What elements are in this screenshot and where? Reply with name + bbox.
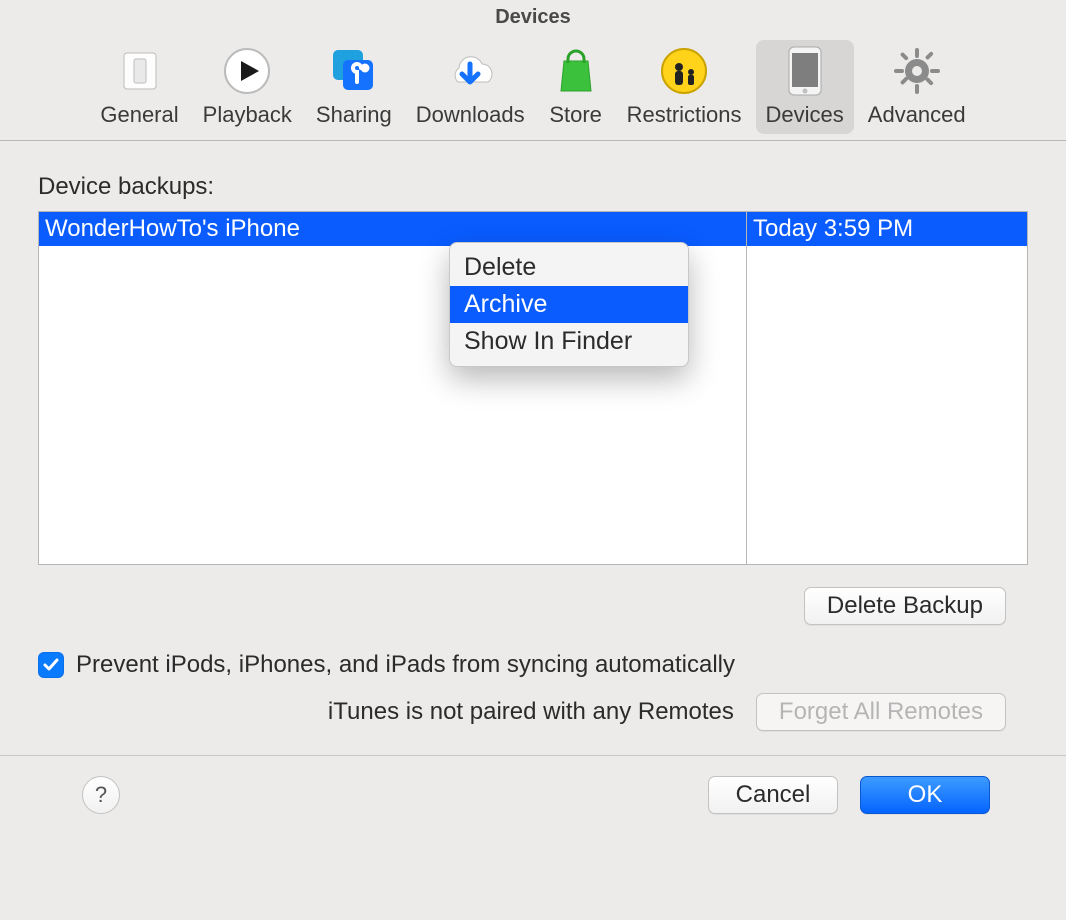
prevent-sync-checkbox[interactable] <box>38 652 64 678</box>
tab-label: Devices <box>766 102 844 128</box>
tab-advanced[interactable]: Advanced <box>858 40 976 134</box>
tab-label: Downloads <box>416 102 525 128</box>
ok-button[interactable]: OK <box>860 776 990 814</box>
playback-icon <box>220 44 274 98</box>
downloads-icon <box>443 44 497 98</box>
backup-row-date[interactable]: Today 3:59 PM <box>747 212 1027 246</box>
general-icon <box>113 44 167 98</box>
tab-label: General <box>100 102 178 128</box>
store-icon <box>549 44 603 98</box>
restrictions-icon <box>657 44 711 98</box>
tab-general[interactable]: General <box>90 40 188 134</box>
backup-context-menu: Delete Archive Show In Finder <box>449 242 689 367</box>
help-button[interactable]: ? <box>82 776 120 814</box>
tab-devices[interactable]: Devices <box>756 40 854 134</box>
tab-downloads[interactable]: Downloads <box>406 40 535 134</box>
tab-label: Playback <box>203 102 292 128</box>
tab-playback[interactable]: Playback <box>193 40 302 134</box>
tab-label: Sharing <box>316 102 392 128</box>
remotes-status: iTunes is not paired with any Remotes <box>328 698 734 726</box>
cancel-button[interactable]: Cancel <box>708 776 838 814</box>
dialog-footer: ? Cancel OK <box>38 756 1028 814</box>
device-backups-list[interactable]: WonderHowTo's iPhone Today 3:59 PM Delet… <box>38 211 1028 565</box>
delete-backup-button[interactable]: Delete Backup <box>804 587 1006 625</box>
tab-restrictions[interactable]: Restrictions <box>617 40 752 134</box>
devices-icon <box>778 44 832 98</box>
tab-label: Restrictions <box>627 102 742 128</box>
context-delete[interactable]: Delete <box>450 249 688 286</box>
devices-pane: Device backups: WonderHowTo's iPhone Tod… <box>0 141 1066 814</box>
forget-all-remotes-button: Forget All Remotes <box>756 693 1006 731</box>
tab-label: Store <box>549 102 602 128</box>
tab-store[interactable]: Store <box>539 40 613 134</box>
context-show-in-finder[interactable]: Show In Finder <box>450 323 688 360</box>
device-backups-label: Device backups: <box>38 173 1028 201</box>
backup-row-name[interactable]: WonderHowTo's iPhone <box>39 212 746 246</box>
preferences-toolbar: General Playback Sharing D <box>0 36 1066 141</box>
window-title: Devices <box>0 0 1066 36</box>
tab-sharing[interactable]: Sharing <box>306 40 402 134</box>
tab-label: Advanced <box>868 102 966 128</box>
context-archive[interactable]: Archive <box>450 286 688 323</box>
checkmark-icon <box>42 656 60 674</box>
sharing-icon <box>327 44 381 98</box>
prevent-sync-label: Prevent iPods, iPhones, and iPads from s… <box>76 651 735 679</box>
advanced-gear-icon <box>890 44 944 98</box>
